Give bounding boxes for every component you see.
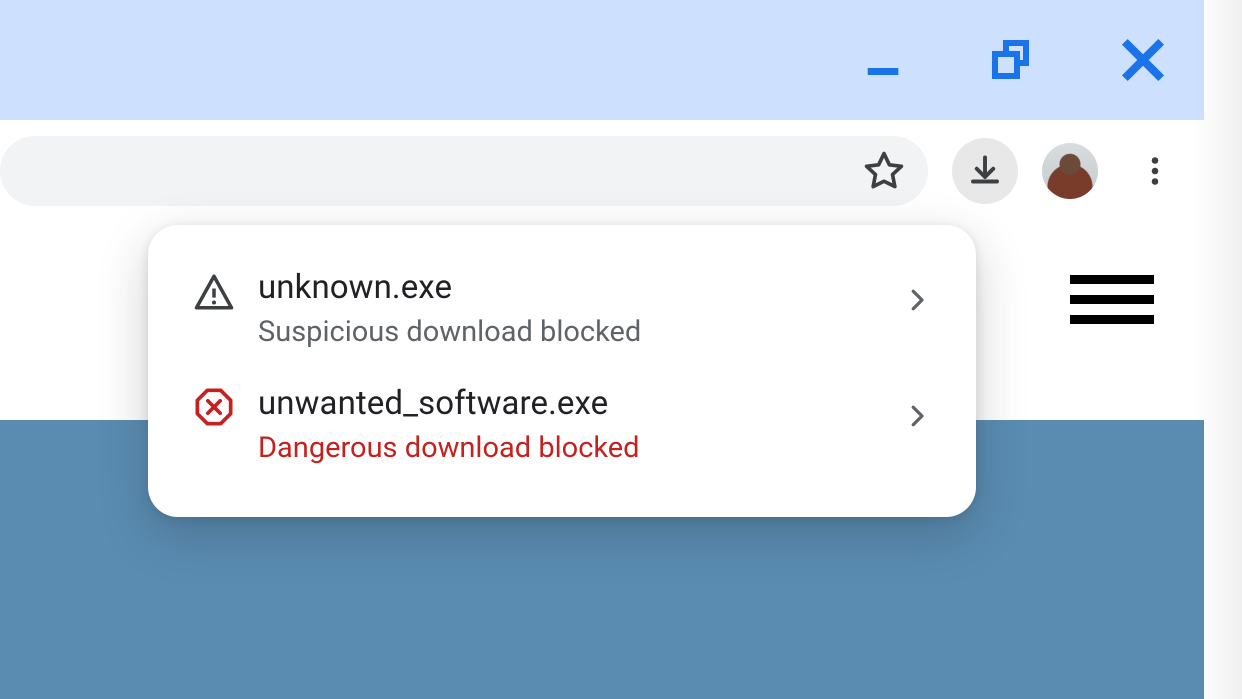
- download-item[interactable]: unwanted_software.exe Dangerous download…: [148, 367, 976, 483]
- window-controls: [848, 0, 1204, 120]
- chevron-right-icon: [902, 269, 932, 319]
- page-menu-button[interactable]: [1070, 275, 1154, 324]
- download-filename: unwanted_software.exe: [258, 385, 902, 423]
- download-status: Suspicious download blocked: [258, 315, 902, 349]
- profile-avatar[interactable]: [1042, 143, 1098, 199]
- chevron-right-icon: [902, 385, 932, 435]
- minimize-icon: [860, 37, 906, 83]
- download-filename: unknown.exe: [258, 269, 902, 307]
- download-status: Dangerous download blocked: [258, 431, 902, 465]
- more-vert-icon: [1137, 153, 1173, 189]
- star-outline-icon: [862, 149, 906, 193]
- downloads-popup: unknown.exe Suspicious download blocked …: [148, 225, 976, 517]
- restore-button[interactable]: [978, 25, 1048, 95]
- omnibox[interactable]: [0, 136, 928, 206]
- blocked-octagon-icon: [192, 385, 236, 427]
- hamburger-icon: [1070, 275, 1154, 284]
- toolbar: [0, 120, 1204, 222]
- close-icon: [1120, 37, 1166, 83]
- close-button[interactable]: [1108, 25, 1178, 95]
- browser-window: unknown.exe Suspicious download blocked …: [0, 0, 1242, 699]
- downloads-button[interactable]: [952, 138, 1018, 204]
- bookmark-button[interactable]: [856, 143, 912, 199]
- download-tray-icon: [967, 153, 1003, 189]
- warning-triangle-icon: [192, 269, 236, 313]
- download-text: unwanted_software.exe Dangerous download…: [236, 385, 902, 465]
- download-item[interactable]: unknown.exe Suspicious download blocked: [148, 251, 976, 367]
- minimize-button[interactable]: [848, 25, 918, 95]
- menu-button[interactable]: [1122, 138, 1188, 204]
- download-text: unknown.exe Suspicious download blocked: [236, 269, 902, 349]
- restore-icon: [989, 36, 1037, 84]
